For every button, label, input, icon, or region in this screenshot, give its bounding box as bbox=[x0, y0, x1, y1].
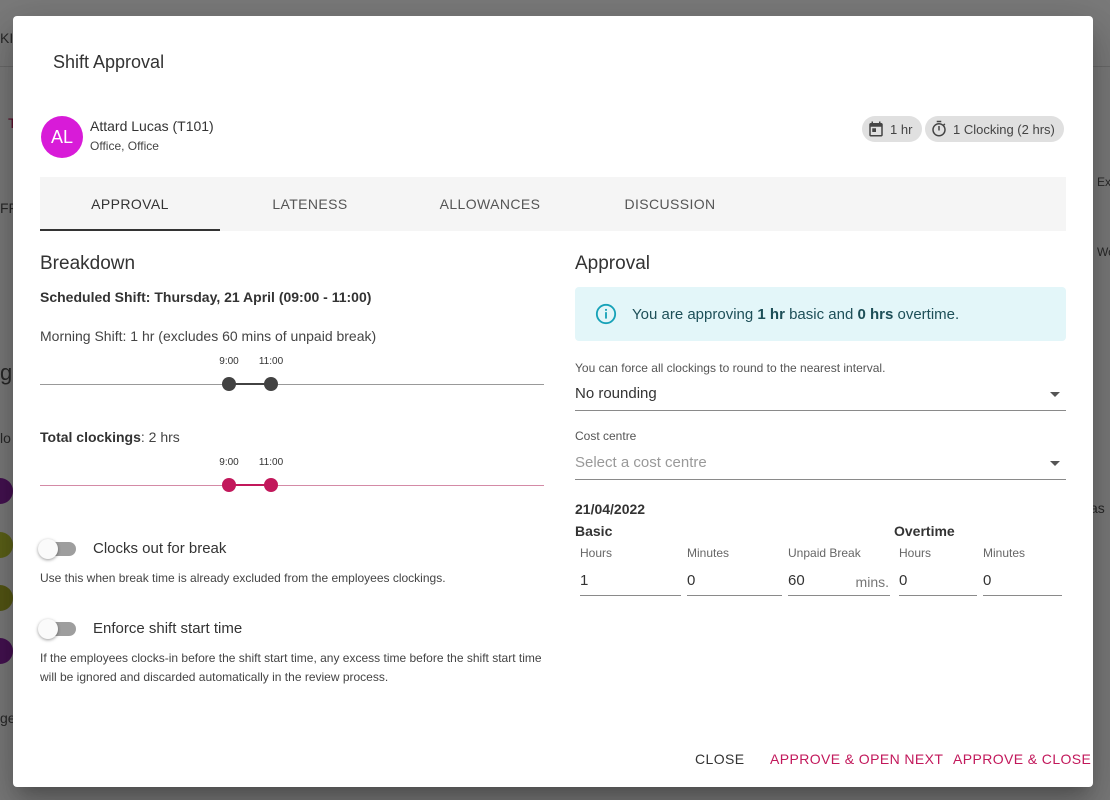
tab-discussion[interactable]: DISCUSSION bbox=[580, 177, 760, 231]
approve-close-button[interactable]: APPROVE & CLOSE bbox=[953, 751, 1091, 767]
unpaid-break-input[interactable]: 60 mins. bbox=[788, 566, 890, 596]
rounding-hint: You can force all clockings to round to … bbox=[575, 361, 886, 375]
clockings-chip: 1 Clocking (2 hrs) bbox=[925, 116, 1064, 142]
rounding-value: No rounding bbox=[575, 385, 657, 402]
toggle-thumb bbox=[38, 539, 58, 559]
info-text: You are approving 1 hr basic and 0 hrs o… bbox=[632, 306, 959, 323]
chip-label: 1 Clocking (2 hrs) bbox=[953, 121, 1055, 137]
cost-centre-select[interactable]: Select a cost centre bbox=[575, 448, 1066, 480]
enforce-shift-start-hint: If the employees clocks-in before the sh… bbox=[40, 651, 542, 684]
info-icon bbox=[595, 303, 617, 325]
total-clockings-label: Total clockings bbox=[40, 429, 141, 445]
close-button[interactable]: CLOSE bbox=[695, 751, 744, 767]
minutes-label: Minutes bbox=[687, 546, 730, 560]
toggle-thumb bbox=[38, 619, 58, 639]
calendar-icon bbox=[869, 121, 883, 137]
clocks-out-for-break-hint: Use this when break time is already excl… bbox=[40, 571, 446, 585]
timeline-end-label: 11:00 bbox=[258, 356, 284, 367]
breakdown-heading: Breakdown bbox=[40, 253, 136, 274]
overtime-minutes-label: Minutes bbox=[983, 546, 1026, 560]
scheduled-shift-text: Scheduled Shift: Thursday, 21 April (09:… bbox=[40, 289, 372, 305]
basic-label: Basic bbox=[575, 523, 613, 539]
clocks-out-for-break-toggle[interactable] bbox=[38, 539, 78, 559]
info-overtime-value: 0 hrs bbox=[857, 305, 894, 323]
overtime-minutes-input[interactable]: 0 bbox=[983, 566, 1062, 596]
timeline-end-handle bbox=[264, 478, 278, 492]
chip-label: 1 hr bbox=[890, 121, 913, 137]
employee-name: Attard Lucas (T101) bbox=[90, 118, 214, 134]
cost-centre-label: Cost centre bbox=[575, 429, 637, 443]
clocks-out-for-break-label: Clocks out for break bbox=[93, 540, 227, 557]
basic-minutes-input[interactable]: 0 bbox=[687, 566, 782, 596]
overtime-label: Overtime bbox=[894, 523, 955, 539]
timeline-start-label: 9:00 bbox=[219, 356, 239, 367]
tab-bar: APPROVAL LATENESS ALLOWANCES DISCUSSION bbox=[40, 177, 1066, 231]
chevron-down-icon bbox=[1050, 461, 1060, 466]
scheduled-hours-chip: 1 hr bbox=[862, 116, 922, 142]
timeline-end-handle bbox=[264, 377, 278, 391]
rounding-select[interactable]: No rounding bbox=[575, 379, 1066, 411]
enforce-shift-start-label: Enforce shift start time bbox=[93, 620, 243, 637]
timeline-track bbox=[40, 384, 544, 385]
info-suffix: overtime. bbox=[893, 305, 960, 323]
enforce-shift-start-toggle[interactable] bbox=[38, 619, 78, 639]
employee-location: Office, Office bbox=[90, 139, 159, 153]
overtime-hours-label: Hours bbox=[899, 546, 932, 560]
unpaid-break-value: 60 bbox=[788, 572, 805, 589]
total-clockings-value: : 2 hrs bbox=[140, 429, 180, 445]
approval-heading: Approval bbox=[575, 253, 650, 274]
info-mid: basic and bbox=[784, 305, 858, 323]
timeline-start-label: 9:00 bbox=[219, 457, 239, 468]
dialog-title: Shift Approval bbox=[53, 52, 165, 72]
overtime-hours-input[interactable]: 0 bbox=[899, 566, 977, 596]
cost-centre-placeholder: Select a cost centre bbox=[575, 454, 707, 471]
timeline-end-label: 11:00 bbox=[258, 457, 284, 468]
approval-date: 21/04/2022 bbox=[575, 501, 646, 517]
stopwatch-icon bbox=[932, 120, 946, 137]
timeline-start-handle bbox=[222, 377, 236, 391]
timeline-start-handle bbox=[222, 478, 236, 492]
shift-approval-dialog: Shift Approval AL Attard Lucas (T101) Of… bbox=[13, 16, 1093, 787]
timeline-track bbox=[40, 485, 544, 486]
tab-lateness[interactable]: LATENESS bbox=[220, 177, 400, 231]
total-clockings-text: Total clockings: 2 hrs bbox=[40, 429, 180, 445]
tab-approval[interactable]: APPROVAL bbox=[40, 177, 220, 231]
morning-shift-text: Morning Shift: 1 hr (excludes 60 mins of… bbox=[40, 328, 377, 344]
avatar: AL bbox=[41, 116, 83, 158]
hours-label: Hours bbox=[580, 546, 613, 560]
approval-info-banner: You are approving 1 hr basic and 0 hrs o… bbox=[575, 287, 1066, 341]
tab-allowances[interactable]: ALLOWANCES bbox=[400, 177, 580, 231]
chevron-down-icon bbox=[1050, 392, 1060, 397]
unpaid-break-label: Unpaid Break bbox=[788, 546, 861, 560]
info-prefix: You are approving bbox=[632, 305, 758, 323]
unpaid-break-suffix: mins. bbox=[855, 574, 889, 590]
approve-open-next-button[interactable]: APPROVE & OPEN NEXT bbox=[770, 751, 943, 767]
basic-hours-input[interactable]: 1 bbox=[580, 566, 681, 596]
info-basic-value: 1 hr bbox=[757, 305, 785, 323]
